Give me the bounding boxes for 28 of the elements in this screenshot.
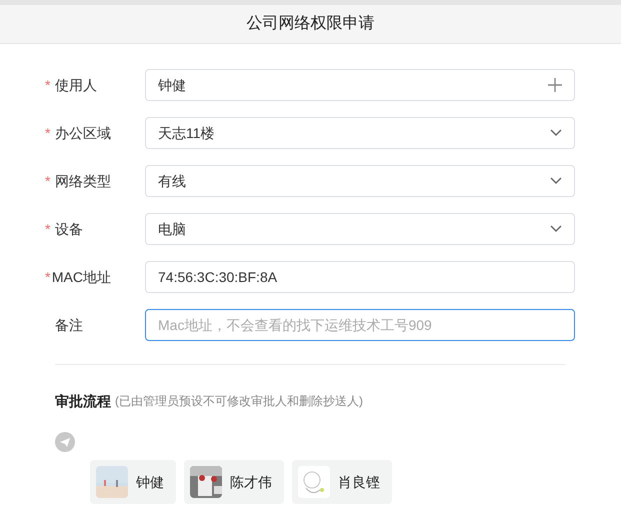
page-title: 公司网络权限申请 [246, 14, 374, 34]
select-field[interactable]: 有线 [145, 165, 575, 197]
approver-name: 钟健 [136, 473, 164, 492]
field-label: 设备 [55, 220, 83, 239]
required-mark: * [45, 172, 52, 191]
required-mark: * [45, 220, 52, 239]
field-label: 使用人 [55, 76, 97, 95]
input-field[interactable]: Mac地址，不会查看的找下运维技术工号909 [145, 309, 575, 341]
select-field[interactable]: 天志11楼 [145, 117, 575, 149]
field-label: 备注 [55, 316, 83, 335]
input-field[interactable]: 74:56:3C:30:BF:8A [145, 261, 575, 293]
section-note: (已由管理员预设不可修改审批人和删除抄送人) [115, 393, 363, 409]
required-mark: * [45, 124, 52, 143]
field-label: 办公区域 [55, 124, 111, 143]
field-label: MAC地址 [52, 268, 111, 287]
required-mark: * [45, 76, 52, 95]
chevron-down-icon [550, 177, 562, 185]
picker-field[interactable]: 钟健 [145, 69, 575, 101]
approver-name: 陈才伟 [230, 473, 272, 492]
plus-icon [548, 78, 562, 92]
send-icon [55, 432, 75, 452]
required-mark: * [45, 268, 52, 287]
approver-name: 肖良铿 [338, 473, 380, 492]
chevron-down-icon [550, 129, 562, 137]
section-title: 审批流程 [55, 392, 111, 411]
select-field[interactable]: 电脑 [145, 213, 575, 245]
field-label: 网络类型 [55, 172, 111, 191]
chevron-down-icon [550, 225, 562, 233]
